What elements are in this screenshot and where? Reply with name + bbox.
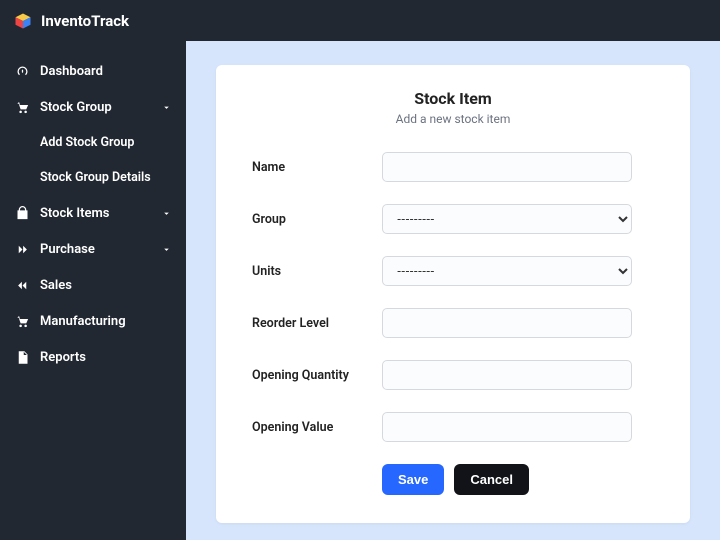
page-subtitle: Add a new stock item [252, 112, 654, 126]
logo-cube-icon [14, 12, 32, 30]
form-row-opening-qty: Opening Quantity [252, 360, 654, 390]
form-row-units: Units --------- [252, 256, 654, 286]
form-card: Stock Item Add a new stock item Name Gro… [216, 65, 690, 523]
form-actions: Save Cancel [382, 464, 654, 495]
cart-icon [14, 99, 30, 115]
sidebar-item-sales[interactable]: Sales [0, 267, 186, 303]
sidebar: Dashboard Stock Group Add Stock Group St… [0, 41, 186, 540]
sidebar-item-manufacturing[interactable]: Manufacturing [0, 303, 186, 339]
sidebar-item-stock-items[interactable]: Stock Items [0, 195, 186, 231]
sidebar-item-label: Stock Group [40, 100, 160, 115]
opening-qty-input[interactable] [382, 360, 632, 390]
name-label: Name [252, 160, 382, 175]
brand-name: InventoTrack [41, 12, 129, 30]
sidebar-item-purchase[interactable]: Purchase [0, 231, 186, 267]
chevron-down-icon [160, 243, 172, 255]
opening-value-label: Opening Value [252, 420, 382, 435]
form-row-reorder: Reorder Level [252, 308, 654, 338]
group-label: Group [252, 212, 382, 227]
opening-value-input[interactable] [382, 412, 632, 442]
cancel-button[interactable]: Cancel [454, 464, 529, 495]
reorder-label: Reorder Level [252, 316, 382, 331]
sidebar-subitem-label: Stock Group Details [40, 170, 151, 185]
sidebar-item-label: Reports [40, 350, 172, 365]
units-label: Units [252, 264, 382, 279]
save-button[interactable]: Save [382, 464, 444, 495]
cart-icon [14, 313, 30, 329]
sidebar-subitem-stock-group-details[interactable]: Stock Group Details [0, 160, 186, 195]
sidebar-item-label: Manufacturing [40, 314, 172, 329]
sidebar-item-label: Stock Items [40, 206, 160, 221]
chevron-double-left-icon [14, 277, 30, 293]
form-row-group: Group --------- [252, 204, 654, 234]
sidebar-subitem-label: Add Stock Group [40, 135, 134, 150]
opening-qty-label: Opening Quantity [252, 368, 382, 383]
sidebar-item-reports[interactable]: Reports [0, 339, 186, 375]
chevron-down-icon [160, 207, 172, 219]
bag-icon [14, 205, 30, 221]
form-row-opening-value: Opening Value [252, 412, 654, 442]
sidebar-item-label: Sales [40, 278, 172, 293]
sidebar-item-stock-group[interactable]: Stock Group [0, 89, 186, 125]
main-content: Stock Item Add a new stock item Name Gro… [186, 41, 720, 540]
page-title: Stock Item [252, 89, 654, 108]
form-row-name: Name [252, 152, 654, 182]
chevron-down-icon [160, 101, 172, 113]
units-select[interactable]: --------- [382, 256, 632, 286]
chevron-double-right-icon [14, 241, 30, 257]
sidebar-item-label: Purchase [40, 242, 160, 257]
sidebar-item-dashboard[interactable]: Dashboard [0, 53, 186, 89]
document-icon [14, 349, 30, 365]
reorder-input[interactable] [382, 308, 632, 338]
sidebar-subitem-add-stock-group[interactable]: Add Stock Group [0, 125, 186, 160]
topbar: InventoTrack [0, 0, 720, 41]
gauge-icon [14, 63, 30, 79]
name-input[interactable] [382, 152, 632, 182]
group-select[interactable]: --------- [382, 204, 632, 234]
sidebar-item-label: Dashboard [40, 64, 172, 79]
